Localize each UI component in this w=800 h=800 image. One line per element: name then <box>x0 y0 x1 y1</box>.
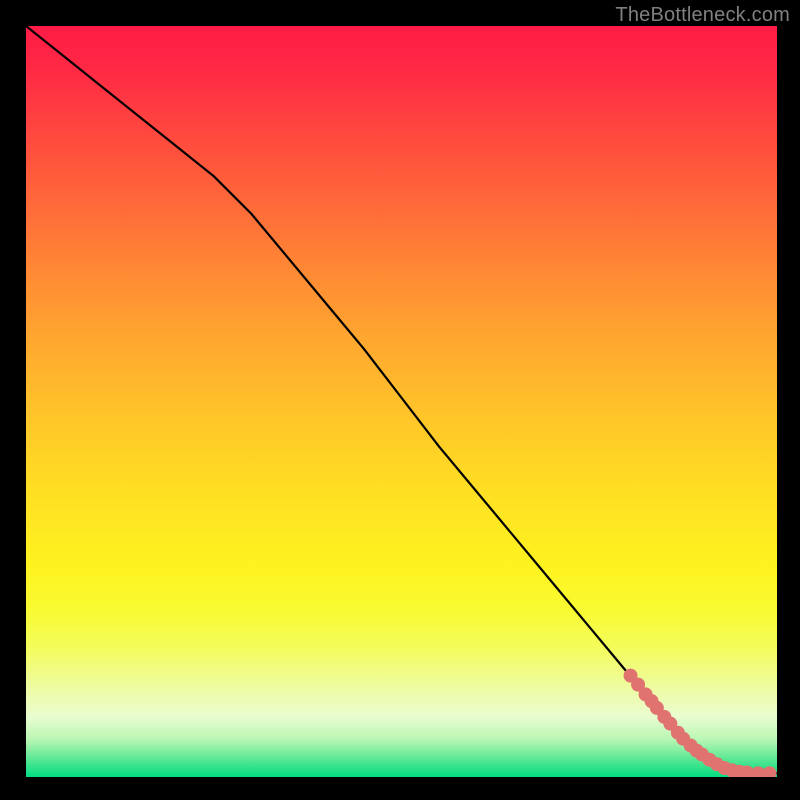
highlight-points <box>624 669 777 777</box>
watermark-label: TheBottleneck.com <box>615 4 790 27</box>
bottleneck-curve <box>26 26 777 773</box>
chart-stage: TheBottleneck.com <box>0 0 800 800</box>
data-point <box>762 766 776 777</box>
plot-area <box>26 26 777 777</box>
chart-overlay <box>26 26 777 777</box>
